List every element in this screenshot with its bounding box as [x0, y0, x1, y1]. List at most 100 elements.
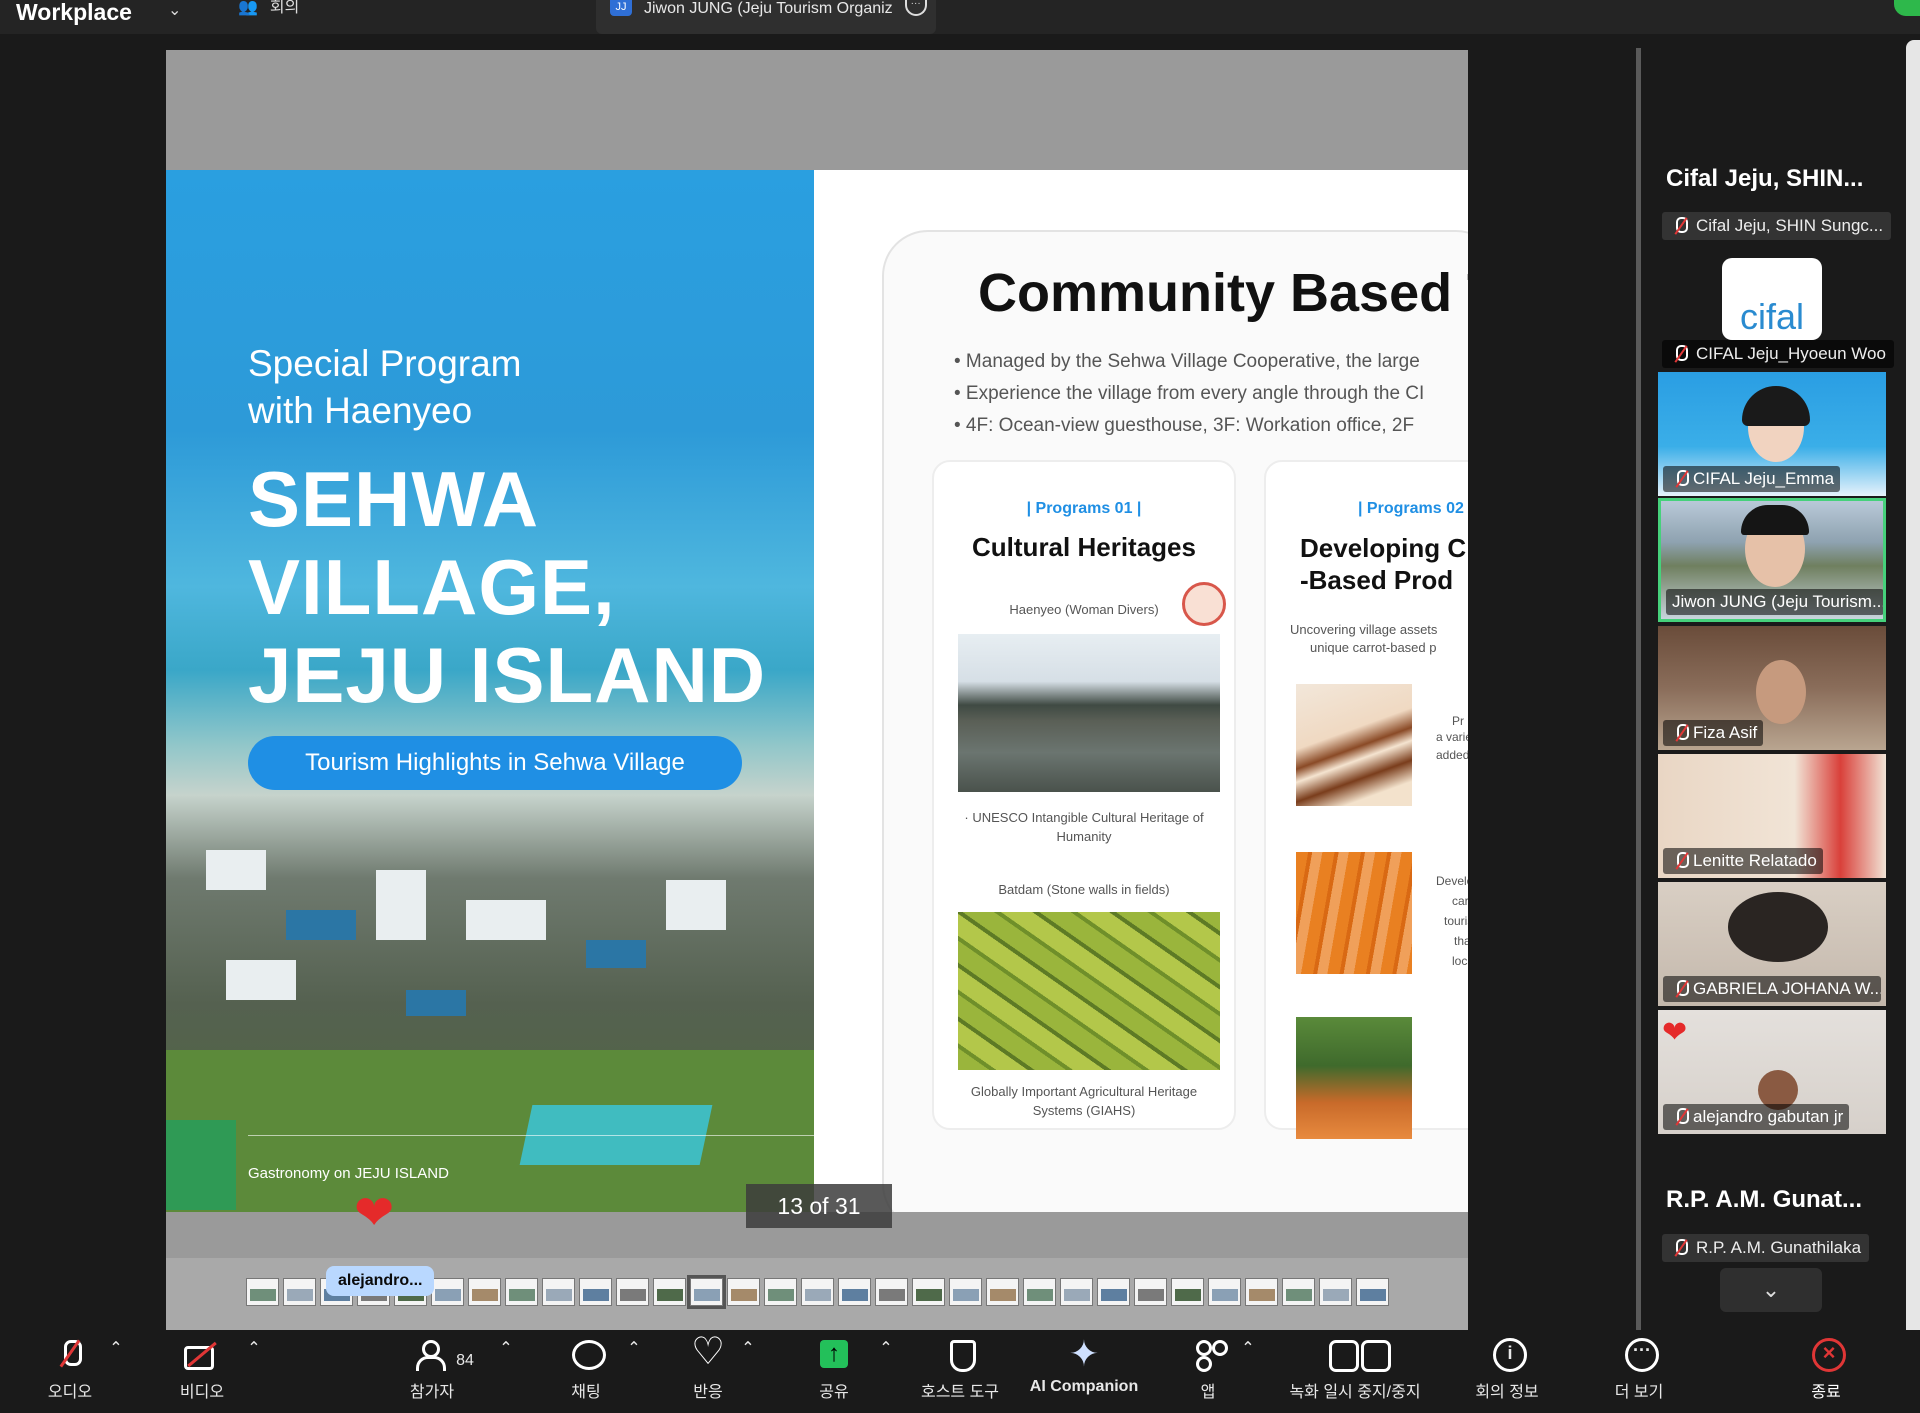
more-options-icon[interactable]: ···	[904, 0, 927, 16]
slide-right-panel: Community Based T • Managed by the Sehwa…	[814, 170, 1468, 1212]
heart-reaction-icon: ❤	[1662, 1016, 1688, 1049]
scroll-down-button[interactable]: ⌄	[1720, 1268, 1822, 1312]
side-text: tourism	[1444, 914, 1468, 928]
slide-thumbnail[interactable]	[912, 1278, 945, 1306]
people-icon: 👥	[238, 0, 258, 16]
slide-thumbnail[interactable]	[616, 1278, 649, 1306]
mic-muted-icon	[1672, 1239, 1688, 1257]
participant-heading: Cifal Jeju, SHIN...	[1666, 165, 1864, 192]
chat-options-caret[interactable]: ⌃	[626, 1338, 642, 1410]
slide-thumbnail[interactable]	[505, 1278, 538, 1306]
video-tile[interactable]: Fiza Asif	[1658, 626, 1886, 750]
slide-thumbnail[interactable]	[579, 1278, 612, 1306]
slide-thumbnail[interactable]	[838, 1278, 871, 1306]
video-tile[interactable]: ❤ alejandro gabutan jr	[1658, 1010, 1886, 1134]
meeting-info-label: 회의 정보	[1475, 1384, 1539, 1401]
video-tile[interactable]: Lenitte Relatado	[1658, 754, 1886, 878]
reactions-button[interactable]: 반응	[676, 1330, 740, 1410]
end-meeting-button[interactable]: 종료	[1794, 1338, 1858, 1410]
more-icon	[1619, 1338, 1659, 1372]
participant-name-tag: Cifal Jeju, SHIN Sungc...	[1662, 212, 1892, 240]
slide-thumbnail[interactable]	[949, 1278, 982, 1306]
chat-label: 채팅	[571, 1384, 601, 1401]
slide-thumbnail[interactable]	[764, 1278, 797, 1306]
caption: Batdam (Stone walls in fields)	[998, 882, 1170, 897]
slide-thumbnail[interactable]	[653, 1278, 686, 1306]
slide-thumbnail[interactable]	[1171, 1278, 1204, 1306]
meeting-info-button[interactable]: 회의 정보	[1462, 1338, 1552, 1410]
video-tile-active-speaker[interactable]: Jiwon JUNG (Jeju Tourism...	[1658, 498, 1886, 622]
slide-thumbnail[interactable]	[1023, 1278, 1056, 1306]
end-icon	[1806, 1338, 1846, 1372]
security-check-icon[interactable]	[1894, 0, 1920, 16]
slide-thumbnail[interactable]	[1356, 1278, 1389, 1306]
recording-button[interactable]: 녹화 일시 중지/중지	[1270, 1338, 1440, 1410]
slide-thumbnail[interactable]	[1245, 1278, 1278, 1306]
shield-icon	[940, 1338, 980, 1372]
reactions-label: 반응	[693, 1384, 723, 1401]
slide-thumbnail[interactable]	[1060, 1278, 1093, 1306]
chat-icon	[566, 1338, 606, 1372]
video-label: 비디오	[179, 1384, 225, 1401]
side-text: loca	[1452, 954, 1468, 968]
participant-heading: R.P. A.M. Gunat...	[1666, 1186, 1863, 1213]
slide-thumbnail[interactable]	[431, 1278, 464, 1306]
apps-options-caret[interactable]: ⌃	[1240, 1338, 1256, 1410]
share-tab-title: Jiwon JUNG (Jeju Tourism Organiz	[644, 0, 893, 17]
share-screen-icon	[814, 1338, 854, 1372]
slide-thumbnail[interactable]	[1282, 1278, 1315, 1306]
slide-thumbnail[interactable]	[468, 1278, 501, 1306]
program-title: Developing C -Based Prod	[1300, 533, 1467, 595]
participant-name-tag: R.P. A.M. Gunathilaka	[1662, 1234, 1870, 1262]
village-aerial-photo	[166, 790, 814, 1212]
video-button[interactable]: 비디오	[170, 1338, 234, 1410]
participant-name-tag: GABRIELA JOHANA W...	[1663, 976, 1881, 1002]
slide-thumbnail[interactable]	[687, 1275, 726, 1309]
side-scrollbar[interactable]	[1906, 40, 1920, 1410]
participant-name-tag: CIFAL Jeju_Emma	[1663, 466, 1841, 492]
participant-name-tag: Jiwon JUNG (Jeju Tourism...	[1666, 589, 1883, 615]
slide-thumbnail[interactable]	[875, 1278, 908, 1306]
presentation-slide: Special Program with Haenyeo SEHWA VILLA…	[166, 170, 1468, 1212]
ai-companion-label: AI Companion	[1029, 1378, 1139, 1395]
screen-share-tab[interactable]: JJ Jiwon JUNG (Jeju Tourism Organiz ···	[596, 0, 936, 34]
heart-reaction-icon: ❤	[354, 1187, 395, 1240]
divider	[248, 1135, 814, 1136]
video-options-caret[interactable]: ⌃	[246, 1338, 262, 1410]
video-tile[interactable]: GABRIELA JOHANA W...	[1658, 882, 1886, 1006]
info-icon	[1487, 1338, 1527, 1372]
slide-thumbnail[interactable]	[801, 1278, 834, 1306]
slide-title: SEHWA VILLAGE, JEJU ISLAND	[248, 455, 767, 719]
section-title: Community Based T	[978, 263, 1468, 323]
video-tile[interactable]: CIFAL Jeju_Emma	[1658, 372, 1886, 496]
bullet-item: • Managed by the Sehwa Village Cooperati…	[954, 351, 1420, 372]
share-options-caret[interactable]: ⌃	[878, 1338, 894, 1410]
audio-options-caret[interactable]: ⌃	[108, 1338, 124, 1410]
apps-button[interactable]: 앱	[1176, 1338, 1240, 1410]
slide-thumbnail[interactable]	[246, 1278, 279, 1306]
host-tools-button[interactable]: 호스트 도구	[908, 1338, 1012, 1410]
share-screen-button[interactable]: 공유	[802, 1338, 866, 1410]
ai-companion-button[interactable]: AI Companion	[1020, 1332, 1148, 1410]
program-card-1: | Programs 01 | Cultural Heritages Haeny…	[932, 460, 1236, 1130]
participants-options-caret[interactable]: ⌃	[498, 1338, 514, 1410]
participant-name-tag: alejandro gabutan jr	[1663, 1104, 1850, 1130]
slide-thumbnail[interactable]	[1097, 1278, 1130, 1306]
audio-button[interactable]: 오디오	[38, 1338, 102, 1410]
slide-thumbnail[interactable]	[542, 1278, 575, 1306]
caption: · UNESCO Intangible Cultural Heritage of…	[964, 810, 1204, 844]
reactions-options-caret[interactable]: ⌃	[740, 1338, 756, 1410]
slide-thumbnail[interactable]	[1134, 1278, 1167, 1306]
slide-thumbnail[interactable]	[1319, 1278, 1352, 1306]
slide-thumbnail[interactable]	[727, 1278, 760, 1306]
panel-resize-handle[interactable]	[1636, 48, 1641, 1330]
meeting-tab[interactable]: 👥 회의	[238, 0, 299, 16]
chat-button[interactable]: 채팅	[554, 1338, 618, 1410]
slide-thumbnail[interactable]	[986, 1278, 1019, 1306]
slide-thumbnail[interactable]	[1208, 1278, 1241, 1306]
chevron-down-icon[interactable]: ⌄	[168, 0, 181, 20]
more-button[interactable]: 더 보기	[1594, 1338, 1684, 1410]
meeting-tab-label: 회의	[269, 0, 300, 16]
haenyeo-photo	[958, 634, 1220, 792]
slide-thumbnail[interactable]	[283, 1278, 316, 1306]
